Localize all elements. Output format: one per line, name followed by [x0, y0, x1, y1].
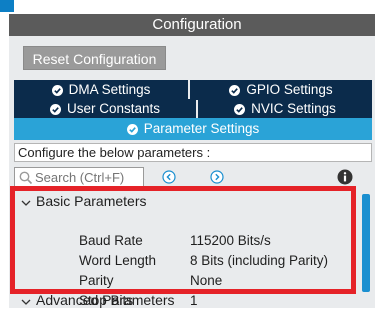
basic-parameters-header[interactable]: Basic Parameters — [20, 192, 146, 210]
tab-label: Parameter Settings — [143, 121, 260, 136]
configure-instructions: Configure the below parameters : — [14, 143, 372, 162]
check-circle-icon — [229, 84, 241, 96]
section-label: Advanced Parameters — [36, 292, 175, 308]
tab-gpio-settings[interactable]: GPIO Settings — [190, 80, 372, 100]
check-circle-icon — [49, 103, 61, 115]
tab-label: DMA Settings — [68, 82, 151, 97]
search-icon — [18, 170, 34, 186]
check-circle-icon — [234, 103, 246, 115]
reset-configuration-button[interactable]: Reset Configuration — [23, 46, 166, 70]
tab-dma-settings[interactable]: DMA Settings — [14, 80, 188, 100]
check-circle-icon — [51, 84, 63, 96]
vertical-scrollbar[interactable] — [362, 194, 370, 292]
chevron-down-icon — [20, 294, 32, 306]
arrow-left-circle-icon[interactable] — [162, 170, 176, 184]
arrow-right-circle-icon[interactable] — [210, 170, 224, 184]
param-label-baud-rate: Baud Rate — [79, 233, 143, 248]
section-label: Basic Parameters — [36, 193, 147, 209]
info-icon[interactable] — [337, 169, 353, 185]
chevron-down-icon — [20, 195, 32, 207]
tab-label: User Constants — [66, 101, 161, 116]
param-value-parity[interactable]: None — [190, 271, 222, 291]
tab-label: GPIO Settings — [246, 82, 333, 97]
tab-parameter-settings[interactable]: Parameter Settings — [14, 118, 372, 140]
tab-label: NVIC Settings — [251, 101, 336, 116]
tab-user-constants[interactable]: User Constants — [14, 99, 196, 119]
configuration-title: Configuration — [9, 14, 375, 36]
top-scrollbar-fragment[interactable] — [0, 0, 14, 12]
param-value-stop-bits[interactable]: 1 — [190, 291, 198, 311]
check-circle-icon — [126, 123, 138, 135]
advanced-parameters-header[interactable]: Advanced Parameters — [20, 291, 175, 309]
search-field[interactable] — [14, 167, 144, 187]
tab-nvic-settings[interactable]: NVIC Settings — [198, 99, 372, 119]
param-label-parity: Parity — [79, 273, 114, 288]
search-input[interactable] — [35, 169, 139, 185]
param-value-baud-rate[interactable]: 115200 Bits/s — [190, 231, 271, 251]
param-label-word-length: Word Length — [79, 253, 157, 268]
param-value-word-length[interactable]: 8 Bits (including Parity) — [190, 251, 328, 271]
